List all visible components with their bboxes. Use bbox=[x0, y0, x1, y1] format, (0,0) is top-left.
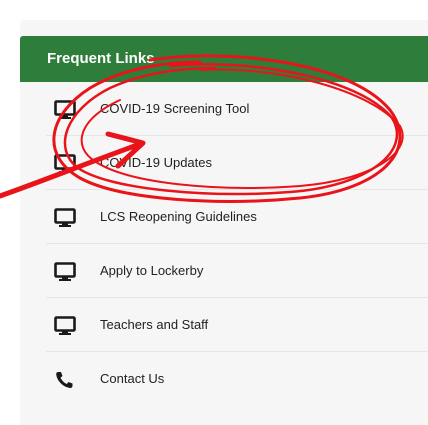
link-label: Teachers and Staff bbox=[100, 317, 209, 332]
link-teachers-and-staff[interactable]: Teachers and Staff bbox=[46, 298, 428, 352]
link-label: LCS Reopening Guidelines bbox=[100, 209, 257, 224]
monitor-icon bbox=[54, 262, 76, 281]
monitor-icon bbox=[54, 316, 76, 335]
monitor-icon bbox=[54, 208, 76, 227]
links-list: COVID-19 Screening Tool COVID-19 Updates… bbox=[20, 82, 428, 406]
panel-title: Frequent Links bbox=[47, 50, 155, 67]
link-contact-us[interactable]: Contact Us bbox=[46, 352, 428, 406]
monitor-icon bbox=[54, 154, 76, 173]
link-covid-updates[interactable]: COVID-19 Updates bbox=[46, 136, 428, 190]
phone-icon bbox=[56, 372, 73, 389]
link-label: COVID-19 Updates bbox=[100, 155, 212, 170]
panel-header: Frequent Links bbox=[20, 36, 428, 82]
link-label: Apply to Lockerby bbox=[100, 263, 204, 278]
frequent-links-panel: Frequent Links COVID-19 Screening Tool C… bbox=[20, 20, 428, 425]
link-apply-to-lockerby[interactable]: Apply to Lockerby bbox=[46, 244, 428, 298]
link-lcs-reopening-guidelines[interactable]: LCS Reopening Guidelines bbox=[46, 190, 428, 244]
link-label: COVID-19 Screening Tool bbox=[100, 101, 250, 116]
page: Frequent Links COVID-19 Screening Tool C… bbox=[0, 0, 428, 425]
monitor-icon bbox=[54, 100, 76, 119]
link-covid-screening-tool[interactable]: COVID-19 Screening Tool bbox=[46, 82, 428, 136]
link-label: Contact Us bbox=[100, 371, 165, 386]
